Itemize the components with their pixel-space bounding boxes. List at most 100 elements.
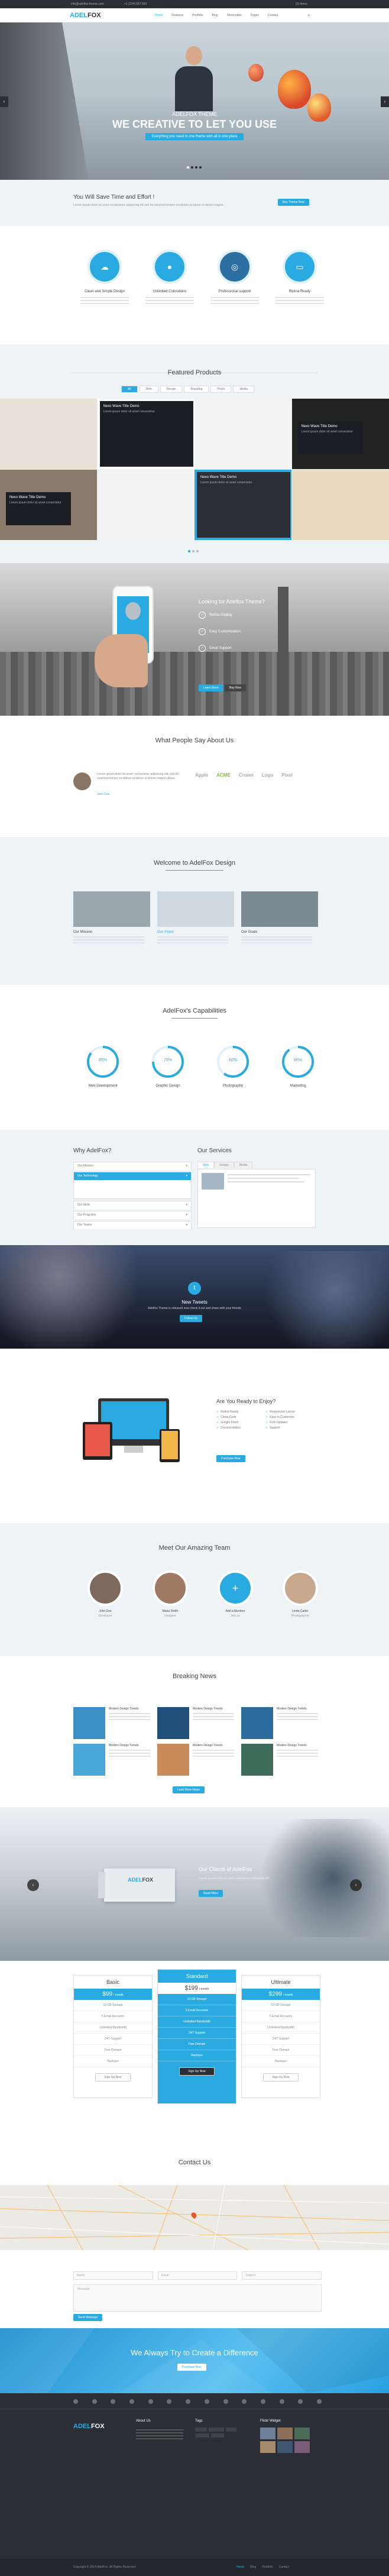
footer-link[interactable]: Portfolio [262, 2565, 273, 2569]
nav-item-contact[interactable]: Contact [268, 14, 278, 17]
nav-item-portfolio[interactable]: Portfolio [192, 14, 203, 17]
news-item-title[interactable]: Modern Design Trends [109, 1744, 154, 1747]
product-tile[interactable]: Nexo Wave Title Demo Lorem ipsum dolor si… [0, 470, 97, 540]
client-logo[interactable]: Pixel [281, 773, 293, 778]
youtube-icon[interactable] [242, 2399, 247, 2404]
news-thumb[interactable] [241, 1744, 273, 1776]
news-thumb[interactable] [73, 1707, 105, 1739]
search-icon[interactable]: ⌕ [307, 12, 310, 18]
nav-item-pages[interactable]: Pages [251, 14, 259, 17]
google-plus-icon[interactable] [111, 2399, 116, 2404]
client-logo[interactable]: Logo [262, 773, 274, 778]
service-tab-media[interactable]: Media [234, 1162, 253, 1168]
service-tab-design[interactable]: Design [214, 1162, 234, 1168]
learn-more-button[interactable]: Learn More [199, 684, 223, 691]
clients-next-arrow[interactable]: › [350, 1879, 362, 1891]
feature-circle[interactable]: ● [153, 250, 187, 284]
product-tile[interactable]: Nexo Wave Title Demo Lorem ipsum dolor si… [194, 470, 291, 540]
product-tile[interactable] [291, 470, 389, 540]
news-item-title[interactable]: Modern Design Trends [193, 1744, 238, 1747]
accordion-item[interactable]: Our Teams ▾ [73, 1221, 192, 1229]
welcome-image[interactable] [157, 891, 234, 927]
load-more-button[interactable]: Load More News [173, 1786, 205, 1793]
welcome-image[interactable] [73, 891, 150, 927]
facebook-icon[interactable] [73, 2399, 78, 2404]
twitter-icon[interactable] [92, 2399, 97, 2404]
feature-circle[interactable]: ▭ [283, 250, 317, 284]
feature-circle[interactable]: ◎ [218, 250, 252, 284]
add-member-button[interactable]: + [218, 1570, 253, 1606]
logo[interactable]: ADELFOX [70, 12, 101, 19]
filter-web[interactable]: Web [139, 386, 158, 393]
accordion-item[interactable]: Our Technology ▾ [73, 1172, 192, 1199]
product-tile[interactable] [0, 399, 97, 469]
contact-map[interactable] [0, 2185, 389, 2250]
product-tile[interactable]: Nexo Wave Title Demo Lorem ipsum dolor si… [291, 399, 389, 469]
accordion-item[interactable]: Our Mission ▾ [73, 1162, 192, 1170]
linkedin-icon[interactable] [186, 2399, 191, 2404]
service-tab-web[interactable]: Web [197, 1162, 215, 1168]
filter-media[interactable]: Media [233, 386, 255, 393]
follow-button[interactable]: Follow Us [180, 1315, 202, 1322]
filter-all[interactable]: All [121, 386, 138, 393]
footer-logo[interactable]: ADELFOX [73, 2423, 105, 2430]
cart-link[interactable]: (0) Items [296, 2, 307, 6]
dribbble-icon[interactable] [148, 2399, 153, 2404]
nav-item-features[interactable]: Features [171, 14, 183, 17]
slider-dots[interactable] [187, 166, 202, 169]
message-field[interactable]: Message [73, 2284, 322, 2312]
github-icon[interactable] [298, 2399, 303, 2404]
nav-item-blog[interactable]: Blog [212, 14, 218, 17]
plan-signup-button[interactable]: Sign Up Now [179, 2067, 215, 2076]
products-dots[interactable] [188, 550, 199, 552]
footer-link[interactable]: Blog [250, 2565, 256, 2569]
contact-field-subject[interactable]: Subject [242, 2271, 322, 2280]
client-logo[interactable]: ACME [216, 773, 231, 778]
feature-circle[interactable]: ☁ [87, 250, 122, 284]
contact-field-name[interactable]: Name [73, 2271, 153, 2280]
filter-branding[interactable]: Branding [184, 386, 209, 393]
client-logo[interactable]: Apple [195, 773, 208, 778]
purchase-button[interactable]: Purchase Now [216, 1455, 245, 1462]
vimeo-icon[interactable] [204, 2399, 209, 2404]
news-thumb[interactable] [157, 1744, 189, 1776]
clients-prev-arrow[interactable]: ‹ [27, 1879, 39, 1891]
buy-theme-button[interactable]: Buy Theme Now [278, 199, 309, 206]
send-message-button[interactable]: Send Message [73, 2314, 103, 2321]
accordion-item[interactable]: Our Skills ▾ [73, 1201, 192, 1209]
footer-link[interactable]: Contact [279, 2565, 289, 2569]
flickr-icon[interactable] [223, 2399, 228, 2404]
buy-now-button[interactable]: Buy Now [225, 684, 247, 691]
slider-prev-arrow[interactable]: ‹ [0, 96, 8, 107]
read-more-button[interactable]: Read More [199, 1890, 223, 1897]
nav-item-shortcodes[interactable]: Shortcodes [226, 14, 241, 17]
slider-next-arrow[interactable]: › [381, 96, 389, 107]
instagram-icon[interactable] [260, 2399, 265, 2404]
pinterest-icon[interactable] [129, 2399, 135, 2404]
rss-icon[interactable] [167, 2399, 172, 2404]
product-tile[interactable] [194, 399, 291, 469]
product-tile[interactable]: Nexo Wave Title Demo Lorem ipsum dolor si… [97, 399, 194, 469]
news-thumb[interactable] [157, 1707, 189, 1739]
email-text[interactable]: info@adelfox-theme.com [71, 2, 104, 6]
news-item-title[interactable]: Modern Design Trends [193, 1707, 238, 1711]
news-item-title[interactable]: Modern Design Trends [109, 1707, 154, 1711]
welcome-image[interactable] [241, 891, 318, 927]
filter-photo[interactable]: Photo [210, 386, 232, 393]
cta-button[interactable]: Purchase Now [177, 2364, 206, 2371]
plan-signup-button[interactable]: Sign Up Now [95, 2073, 131, 2082]
news-item-title[interactable]: Modern Design Trends [277, 1744, 322, 1747]
client-logo[interactable]: Crown [239, 773, 254, 778]
contact-field-email[interactable]: Email [157, 2271, 238, 2280]
news-item-title[interactable]: Modern Design Trends [277, 1707, 322, 1711]
skype-icon[interactable] [279, 2399, 284, 2404]
footer-link[interactable]: Home [236, 2565, 244, 2569]
plan-signup-button[interactable]: Sign Up Now [263, 2073, 299, 2082]
flickr-grid[interactable] [260, 2428, 313, 2453]
nav-item-home[interactable]: Home [155, 14, 163, 17]
accordion-item[interactable]: Our Programs ▾ [73, 1211, 192, 1219]
news-thumb[interactable] [241, 1707, 273, 1739]
product-tile[interactable] [97, 470, 194, 540]
tumblr-icon[interactable] [316, 2399, 322, 2404]
filter-design[interactable]: Design [160, 386, 183, 393]
